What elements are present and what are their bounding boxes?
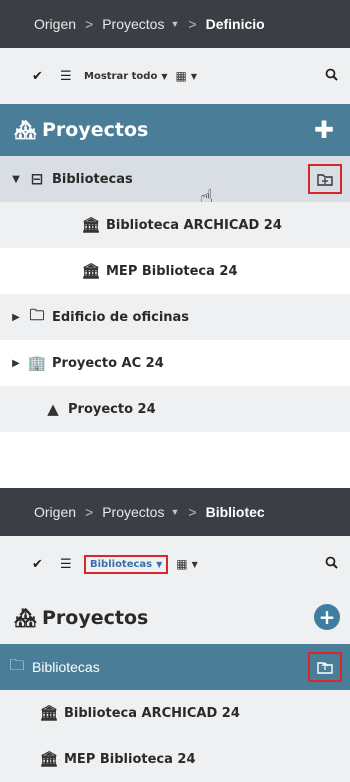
expand-arrow-icon[interactable]: ▶ — [8, 312, 24, 323]
expand-arrow-icon[interactable]: ▶ — [8, 358, 24, 369]
breadcrumb: Origen > Proyectos ▼ > Definicio — [0, 0, 350, 48]
caret-down-icon[interactable]: ▼ — [170, 19, 179, 29]
list-icon[interactable]: ☰ — [60, 69, 76, 84]
breadcrumb: Origen > Proyectos ▼ > Bibliotec — [0, 488, 350, 536]
breadcrumb-item-origen[interactable]: Origen — [34, 504, 76, 520]
tree-row-library[interactable]: 🏛 Biblioteca ARCHICAD 24 — [0, 202, 350, 248]
panel-before: Origen > Proyectos ▼ > Definicio ✔ ☰ Mos… — [0, 0, 350, 432]
filter-label: Mostrar todo — [84, 70, 158, 82]
add-project-button[interactable]: ✚ — [314, 116, 334, 144]
tree-row-bibliotecas[interactable]: ▼ ⊟ Bibliotecas ☝ — [0, 156, 350, 211]
caret-down-icon: ▼ — [161, 71, 168, 81]
list-icon[interactable]: ☰ — [60, 557, 76, 572]
panel-after: Origen > Proyectos ▼ > Bibliotec ✔ ☰ Bib… — [0, 488, 350, 782]
tree-row-label: MEP Biblioteca 24 — [64, 751, 196, 767]
checkmark-icon[interactable]: ✔ — [32, 557, 50, 572]
tree-row-label: Biblioteca ARCHICAD 24 — [64, 705, 240, 721]
projects-title: Proyectos — [42, 119, 149, 141]
calendar-icon[interactable]: ▦ — [175, 69, 186, 83]
search-icon[interactable] — [325, 68, 338, 85]
breadcrumb-item-current[interactable]: Bibliotec — [206, 504, 265, 520]
tree-row-project[interactable]: ▲ Proyecto 24 — [0, 386, 350, 432]
tree-row-library[interactable]: 🏛 MEP Biblioteca 24 — [0, 736, 350, 782]
tree-row-label: Proyecto AC 24 — [52, 355, 164, 371]
tree-row-library[interactable]: 🏛 Biblioteca ARCHICAD 24 — [0, 690, 350, 736]
chevron-right-icon: > — [188, 16, 197, 32]
breadcrumb-item-current[interactable]: Definicio — [206, 16, 265, 32]
filter-dropdown[interactable]: Bibliotecas ▼ — [84, 554, 169, 574]
caret-down-icon[interactable]: ▼ — [192, 560, 198, 569]
tree-row-label: Proyecto 24 — [68, 401, 156, 417]
chevron-right-icon: > — [188, 504, 197, 520]
library-building-icon: 🏛 — [39, 704, 59, 722]
calendar-icon[interactable]: ▦ — [176, 557, 187, 571]
tree-row-label: Edificio de oficinas — [52, 309, 190, 325]
projects-building-icon: 🏘 — [14, 607, 37, 629]
toolbar: ✔ ☰ Mostrar todo ▼ ▦ ▼ — [0, 48, 350, 104]
project-icon: ▲ — [47, 400, 59, 418]
add-project-button[interactable]: + — [314, 604, 340, 630]
tree-row-folder[interactable]: ▶ 🗀 Edificio de oficinas — [0, 294, 350, 340]
projects-title: Proyectos — [42, 607, 149, 629]
breadcrumb-item-proyectos[interactable]: Proyectos — [102, 504, 164, 520]
caret-down-icon[interactable]: ▼ — [170, 507, 179, 517]
move-up-icon[interactable] — [308, 164, 342, 194]
library-building-icon: 🏛 — [81, 262, 101, 280]
caret-down-icon: ▼ — [156, 559, 163, 569]
library-folder-icon: ⊟ — [30, 170, 44, 188]
projects-header: 🏘 Proyectos + — [0, 592, 350, 644]
tree-row-label: MEP Biblioteca 24 — [106, 263, 238, 279]
projects-building-icon: 🏘 — [14, 119, 37, 141]
folder-icon: 🗀 — [9, 656, 25, 674]
search-icon[interactable] — [325, 556, 338, 573]
chevron-right-icon: > — [85, 16, 94, 32]
expand-arrow-icon[interactable]: ▼ — [8, 174, 24, 185]
folder-icon: 🗀 — [29, 305, 45, 324]
tree-row-label: Bibliotecas — [32, 659, 100, 675]
library-building-icon: 🏛 — [39, 750, 59, 768]
move-up-icon[interactable] — [308, 652, 342, 682]
tree-row-label: Biblioteca ARCHICAD 24 — [106, 217, 282, 233]
toolbar: ✔ ☰ Bibliotecas ▼ ▦ ▼ — [0, 536, 350, 592]
filter-dropdown[interactable]: Mostrar todo ▼ — [84, 71, 167, 82]
library-building-icon: 🏛 — [81, 216, 101, 234]
breadcrumb-item-proyectos[interactable]: Proyectos — [102, 16, 164, 32]
tree-row-bibliotecas[interactable]: 🗀 Bibliotecas — [0, 644, 350, 690]
caret-down-icon[interactable]: ▼ — [191, 72, 197, 81]
building-icon: 🏢 — [27, 354, 47, 372]
projects-header: 🏘 Proyectos ✚ — [0, 104, 350, 156]
tree-row-library[interactable]: 🏛 MEP Biblioteca 24 — [0, 248, 350, 294]
breadcrumb-item-origen[interactable]: Origen — [34, 16, 76, 32]
tree-row-label: Bibliotecas — [52, 171, 133, 187]
tree-row-project[interactable]: ▶ 🏢 Proyecto AC 24 — [0, 340, 350, 386]
checkmark-icon[interactable]: ✔ — [32, 69, 50, 84]
chevron-right-icon: > — [85, 504, 94, 520]
filter-label: Bibliotecas — [90, 558, 153, 570]
